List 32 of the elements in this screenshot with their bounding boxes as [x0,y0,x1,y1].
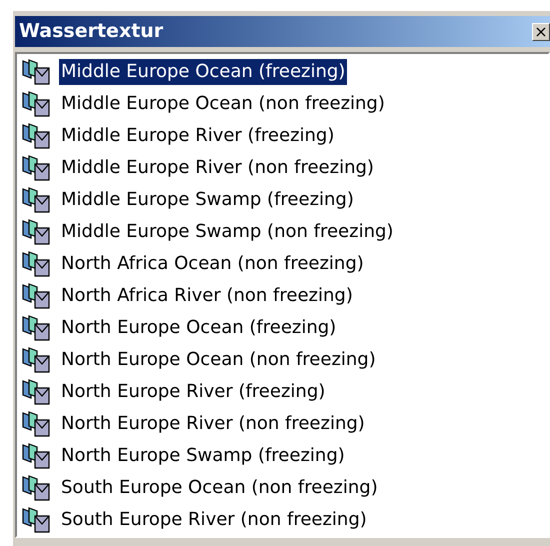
texture-icon [21,154,51,182]
window-title: Wassertextur [19,19,164,44]
list-item[interactable]: North Europe River (non freezing) [59,411,367,437]
list-item[interactable]: Middle Europe Swamp (freezing) [59,187,356,213]
list-item[interactable]: Middle Europe Ocean (non freezing) [59,91,387,117]
list-item[interactable]: South Europe Ocean (non freezing) [59,475,380,501]
texture-icon [21,58,51,86]
texture-icon [21,506,51,534]
list-item[interactable]: Middle Europe Swamp (non freezing) [59,219,396,245]
texture-icon [21,218,51,246]
texture-icon [21,410,51,438]
texture-icon [21,314,51,342]
list-item[interactable]: North Africa River (non freezing) [59,283,355,309]
texture-icon [21,186,51,214]
texture-icon [21,474,51,502]
list-item[interactable]: North Europe Swamp (freezing) [59,443,347,469]
texture-icon [21,250,51,278]
texture-icon [21,378,51,406]
list-item[interactable]: Middle Europe River (freezing) [59,123,336,149]
list-item[interactable]: South Europe River (non freezing) [59,507,369,533]
list-item[interactable]: North Europe Ocean (non freezing) [59,347,378,373]
list-item[interactable]: North Europe Ocean (freezing) [59,315,338,341]
texture-icon [21,346,51,374]
close-button[interactable]: × [532,22,550,40]
list-item[interactable]: North Africa Ocean (non freezing) [59,251,366,277]
list-item[interactable]: Middle Europe River (non freezing) [59,155,376,181]
list-item[interactable]: North Europe River (freezing) [59,379,328,405]
list-item[interactable]: Middle Europe Ocean (freezing) [59,59,348,85]
texture-icon [21,442,51,470]
texture-icon [21,282,51,310]
texture-icon [21,90,51,118]
texture-icon [21,122,51,150]
